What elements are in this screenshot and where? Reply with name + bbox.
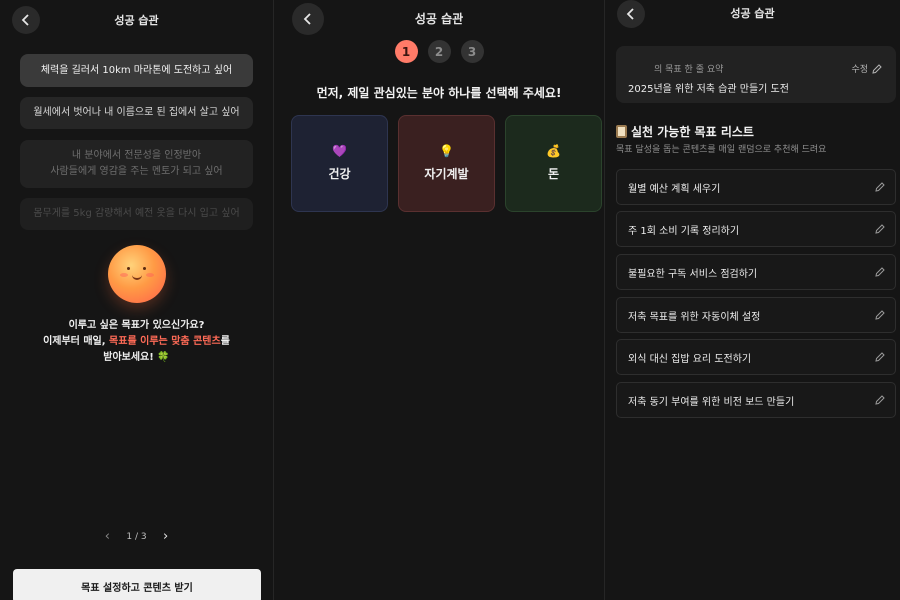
question-heading: 먼저, 제일 관심있는 분야 하나를 선택해 주세요!: [316, 86, 562, 100]
summary-label: 의 목표 한 줄 요약: [654, 65, 724, 75]
category-label: 건강: [328, 167, 351, 181]
page-title: 성공 습관: [114, 14, 159, 27]
list-heading: 실천 가능한 목표 리스트: [616, 123, 754, 140]
mascot-face-icon: [108, 245, 166, 303]
goal-item-label: 월별 예산 계획 세우기: [628, 183, 721, 195]
chevron-right-icon[interactable]: ›: [159, 529, 173, 544]
category-money-card[interactable]: 💰 돈: [505, 115, 602, 212]
category-label: 자기계발: [424, 167, 469, 181]
promo-line: 받아보세요! 🍀: [103, 352, 170, 363]
goal-example-chip[interactable]: 몸무게를 5kg 감량해서 예전 옷을 다시 입고 싶어: [20, 198, 253, 230]
pencil-icon[interactable]: [875, 224, 885, 234]
step-1: 1: [394, 40, 418, 63]
step-3: 3: [460, 40, 484, 63]
goal-list-item[interactable]: 월별 예산 계획 세우기: [616, 169, 896, 205]
mascot-mouth: [132, 275, 142, 280]
step-indicator: 1 2 3: [274, 40, 604, 63]
pencil-icon[interactable]: [875, 395, 885, 405]
pencil-icon: [872, 63, 882, 74]
pencil-icon[interactable]: [875, 267, 885, 277]
promo-line: 이제부터 매일, 목표를 이루는 맞춤 콘텐츠를: [0, 334, 273, 350]
mascot-cheek: [120, 273, 128, 277]
goal-chip-line: 내 분야에서 전문성을 인정받아: [71, 150, 202, 161]
goal-chip-line: 사람들에게 영감을 주는 멘토가 되고 싶어: [50, 166, 223, 177]
category-self-development-card[interactable]: 💡 자기계발: [398, 115, 495, 212]
page-title: 성공 습관: [730, 7, 775, 20]
edit-label: 수정: [851, 65, 868, 75]
lightbulb-icon: 💡: [439, 144, 454, 158]
goal-example-chip[interactable]: 월세에서 벗어나 내 이름으로 된 집에서 살고 싶어: [20, 97, 253, 129]
goal-item-label: 저축 동기 부여를 위한 비전 보드 만들기: [628, 396, 795, 408]
page-indicator: 1 / 3: [126, 531, 147, 542]
edit-button[interactable]: 수정: [851, 62, 882, 75]
pencil-icon[interactable]: [875, 352, 885, 362]
step-2: 2: [427, 40, 451, 63]
promo-prefix: 이제부터 매일,: [43, 336, 110, 347]
category-label: 돈: [547, 167, 560, 181]
money-bag-icon: 💰: [546, 144, 561, 158]
page-title: 성공 습관: [414, 12, 464, 26]
goal-list-item[interactable]: 외식 대신 집밥 요리 도전하기: [616, 339, 896, 375]
promo-highlight: 목표를 이루는 맞춤 콘텐츠: [109, 336, 221, 347]
heart-icon: 💜: [332, 144, 347, 158]
goal-list-item[interactable]: 저축 동기 부여를 위한 비전 보드 만들기: [616, 382, 896, 418]
mascot-cheek: [146, 273, 154, 277]
pencil-icon[interactable]: [875, 182, 885, 192]
promo-text: 이루고 싶은 목표가 있으신가요? 이제부터 매일, 목표를 이루는 맞춤 콘텐…: [0, 318, 273, 366]
set-goal-button[interactable]: 목표 설정하고 콘텐츠 받기: [13, 569, 261, 600]
goal-item-label: 불필요한 구독 서비스 점검하기: [628, 268, 758, 280]
goal-list-item[interactable]: 주 1회 소비 기록 정리하기: [616, 211, 896, 247]
chevron-left-icon[interactable]: ‹: [100, 529, 114, 544]
clipboard-icon: [616, 125, 627, 138]
goal-list-item[interactable]: 불필요한 구독 서비스 점검하기: [616, 254, 896, 290]
goal-item-label: 주 1회 소비 기록 정리하기: [628, 225, 740, 237]
list-subtitle: 목표 달성을 돕는 콘텐츠를 매일 랜덤으로 추천해 드려요: [616, 145, 827, 155]
goal-intro-screen: 성공 습관 체력을 길러서 10km 마라톤에 도전하고 싶어 월세에서 벗어나…: [0, 0, 273, 600]
goal-list-item[interactable]: 저축 목표를 위한 자동이체 설정: [616, 297, 896, 333]
goal-example-chip[interactable]: 내 분야에서 전문성을 인정받아 사람들에게 영감을 주는 멘토가 되고 싶어: [20, 140, 253, 188]
mascot-eye: [127, 267, 130, 270]
promo-suffix: 를: [220, 336, 230, 347]
promo-line: 이루고 싶은 목표가 있으신가요?: [68, 320, 205, 331]
pencil-icon[interactable]: [875, 310, 885, 320]
goal-example-chip[interactable]: 체력을 길러서 10km 마라톤에 도전하고 싶어: [20, 54, 253, 87]
goal-list-screen: 성공 습관 의 목표 한 줄 요약 수정 2025년을 위한 저축 습관 만들기…: [605, 0, 900, 600]
goal-item-label: 외식 대신 집밥 요리 도전하기: [628, 353, 752, 365]
goal-summary-card: 의 목표 한 줄 요약 수정 2025년을 위한 저축 습관 만들기 도전: [616, 46, 896, 103]
category-select-screen: 성공 습관 1 2 3 먼저, 제일 관심있는 분야 하나를 선택해 주세요! …: [274, 0, 604, 600]
pager: ‹ 1 / 3 ›: [0, 529, 273, 544]
category-health-card[interactable]: 💜 건강: [291, 115, 388, 212]
summary-value: 2025년을 위한 저축 습관 만들기 도전: [628, 84, 789, 95]
goal-item-label: 저축 목표를 위한 자동이체 설정: [628, 311, 761, 323]
mascot-eye: [143, 267, 146, 270]
list-title-text: 실천 가능한 목표 리스트: [631, 125, 754, 139]
